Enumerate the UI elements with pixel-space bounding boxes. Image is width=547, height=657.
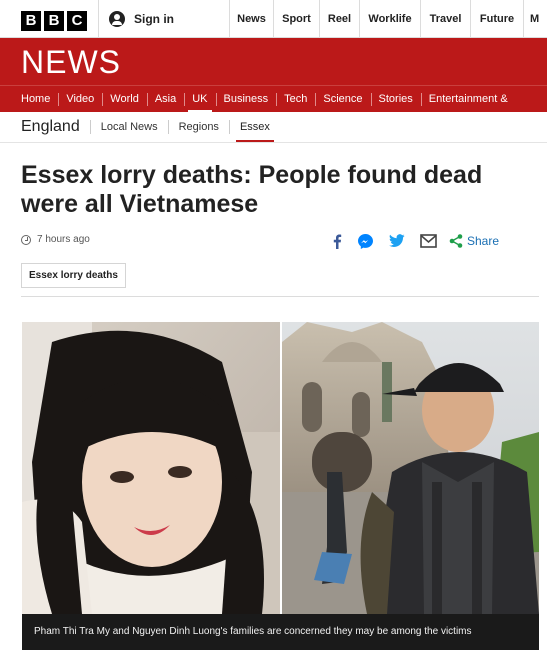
sign-in-button[interactable]: Sign in (98, 0, 229, 38)
sub-nav-local-news[interactable]: Local News (89, 120, 168, 134)
nav-item-business[interactable]: Business (215, 86, 277, 112)
news-wordmark[interactable]: NEWS (21, 44, 121, 81)
messenger-icon[interactable] (357, 232, 374, 250)
nav-item-video[interactable]: Video (58, 86, 102, 112)
top-nav-travel[interactable]: Travel (420, 0, 470, 38)
clock-icon (21, 234, 31, 245)
nav-item-home[interactable]: Home (0, 86, 58, 112)
woman-portrait (22, 322, 280, 614)
top-nav-news[interactable]: News (229, 0, 273, 38)
share-icon (449, 234, 463, 248)
nav-item-asia[interactable]: Asia (146, 86, 184, 112)
logo-letter: B (44, 11, 64, 31)
user-icon (109, 11, 125, 27)
logo-letter: B (21, 11, 41, 31)
article-timestamp: 7 hours ago (37, 234, 90, 245)
nav-item-science[interactable]: Science (315, 86, 370, 112)
twitter-icon[interactable] (389, 232, 405, 250)
nav-item-stories[interactable]: Stories (370, 86, 421, 112)
topic-tag[interactable]: Essex lorry deaths (21, 263, 126, 288)
nav-item-uk[interactable]: UK (184, 86, 215, 112)
top-nav: News Sport Reel Worklife Travel Future M (229, 0, 547, 38)
share-button[interactable]: Share (449, 234, 499, 248)
sign-in-label: Sign in (134, 12, 174, 26)
logo-letter: C (67, 11, 87, 31)
top-nav-reel[interactable]: Reel (319, 0, 359, 38)
article-headline: Essex lorry deaths: People found dead we… (21, 161, 483, 218)
sub-nav-divider (0, 142, 547, 143)
sub-nav-essex[interactable]: Essex (228, 120, 280, 143)
main-nav: Home Video World Asia UK Business Tech S… (0, 85, 547, 112)
share-tools: Share (332, 232, 499, 250)
man-portrait (282, 322, 539, 614)
article-photo (22, 322, 539, 614)
nav-item-world[interactable]: World (102, 86, 147, 112)
article-divider (21, 296, 539, 297)
photo-caption: Pham Thi Tra My and Nguyen Dinh Luong's … (22, 614, 539, 650)
facebook-icon[interactable] (332, 232, 342, 250)
top-bar: B B C Sign in News Sport Reel Worklife T… (0, 0, 547, 38)
top-nav-sport[interactable]: Sport (273, 0, 319, 38)
top-nav-worklife[interactable]: Worklife (359, 0, 420, 38)
sub-nav: England Local News Regions Essex (21, 112, 280, 143)
top-nav-more[interactable]: M (523, 0, 547, 38)
share-label: Share (467, 234, 500, 248)
news-banner: NEWS (0, 38, 547, 85)
top-nav-future[interactable]: Future (470, 0, 523, 38)
sub-nav-regions[interactable]: Regions (167, 120, 229, 134)
nav-item-tech[interactable]: Tech (276, 86, 315, 112)
bbc-logo[interactable]: B B C (21, 11, 87, 31)
sub-nav-region[interactable]: England (21, 118, 90, 136)
email-icon[interactable] (420, 232, 437, 250)
nav-item-entertainment[interactable]: Entertainment & (420, 86, 516, 112)
article-meta: 7 hours ago (21, 234, 90, 245)
